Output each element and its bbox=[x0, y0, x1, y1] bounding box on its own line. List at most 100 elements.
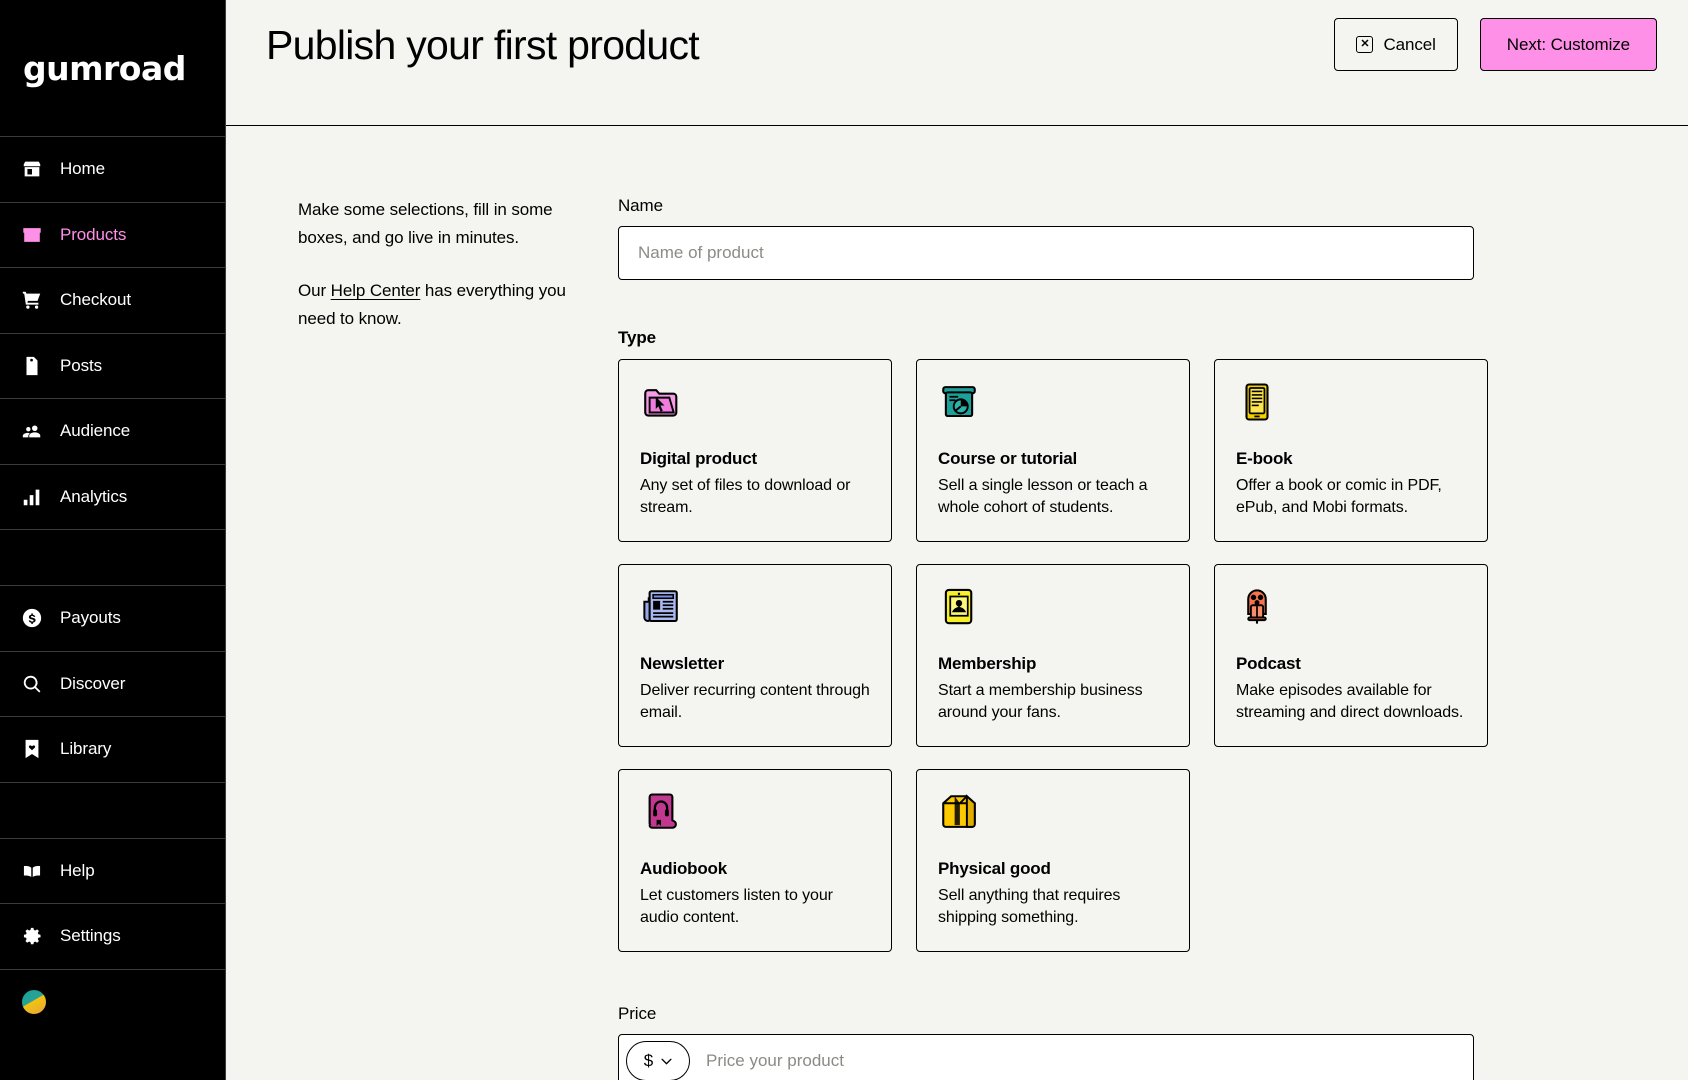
price-field-group: $ bbox=[618, 1034, 1474, 1080]
type-card-title: Podcast bbox=[1236, 654, 1301, 674]
type-card-newsletter[interactable]: Newsletter Deliver recurring content thr… bbox=[618, 564, 892, 748]
sidebar-item-products[interactable]: Products bbox=[0, 201, 225, 268]
sidebar-item-checkout[interactable]: Checkout bbox=[0, 267, 225, 333]
gumroad-logo-text: gumroad bbox=[23, 48, 186, 88]
page-title: Publish your first product bbox=[266, 22, 700, 68]
people-icon bbox=[21, 420, 43, 442]
sidebar-item-label: Payouts bbox=[60, 608, 121, 628]
dollar-circle-icon bbox=[21, 607, 43, 629]
name-label: Name bbox=[618, 196, 663, 215]
content-area: Make some selections, fill in some boxes… bbox=[226, 126, 1688, 1080]
next-customize-button[interactable]: Next: Customize bbox=[1479, 18, 1657, 71]
store-icon bbox=[21, 158, 43, 180]
type-card-description: Sell a single lesson or teach a whole co… bbox=[938, 477, 1148, 517]
help-center-link[interactable]: Help Center bbox=[331, 281, 421, 300]
sidebar-item-label: Checkout bbox=[60, 290, 132, 310]
sidebar-item-payouts[interactable]: Payouts bbox=[0, 585, 225, 651]
type-card-digital-product[interactable]: Digital product Any set of files to down… bbox=[618, 359, 892, 543]
type-card-description: Sell anything that requires shipping som… bbox=[938, 887, 1121, 927]
folder-cursor-icon bbox=[640, 381, 870, 427]
audiobook-icon bbox=[640, 791, 870, 837]
sidebar-item-discover[interactable]: Discover bbox=[0, 650, 225, 717]
price-input[interactable] bbox=[690, 1051, 1467, 1072]
type-card-e-book[interactable]: E-book Offer a book or comic in PDF, ePu… bbox=[1214, 359, 1488, 543]
type-card-title: Membership bbox=[938, 654, 1037, 674]
bookmark-heart-icon bbox=[21, 738, 43, 760]
sidebar-item-label: Home bbox=[60, 159, 105, 179]
shipping-box-icon bbox=[938, 791, 1168, 837]
type-card-course-or-tutorial[interactable]: Course or tutorial Sell a single lesson … bbox=[916, 359, 1190, 543]
sidebar: gumroad Home Products Checkout Posts Aud… bbox=[0, 0, 226, 1080]
sidebar-item-label: Help bbox=[60, 860, 95, 880]
type-label: Type bbox=[618, 328, 657, 347]
name-field-group: Name bbox=[618, 196, 1474, 280]
type-card-physical-good[interactable]: Physical good Sell anything that require… bbox=[916, 769, 1190, 953]
bar-chart-icon bbox=[21, 486, 43, 508]
type-card-description: Make episodes available for streaming an… bbox=[1236, 682, 1464, 722]
cancel-button-label: Cancel bbox=[1383, 34, 1436, 54]
sidebar-item-home[interactable]: Home bbox=[0, 136, 225, 202]
type-card-title: Digital product bbox=[640, 449, 757, 468]
type-card-description: Let customers listen to your audio conte… bbox=[640, 887, 833, 927]
type-card-title: Physical good bbox=[938, 859, 1051, 879]
intro-column: Make some selections, fill in some boxes… bbox=[298, 196, 618, 1080]
box-icon bbox=[21, 224, 43, 246]
type-card-title: E-book bbox=[1236, 449, 1293, 468]
membership-card-icon bbox=[938, 586, 1168, 632]
sidebar-item-label: Analytics bbox=[60, 486, 128, 506]
type-card-description: Start a membership business around your … bbox=[938, 682, 1143, 722]
shopping-cart-icon bbox=[21, 289, 43, 311]
sidebar-item-help[interactable]: Help bbox=[0, 837, 225, 904]
type-card-description: Offer a book or comic in PDF, ePub, and … bbox=[1236, 477, 1442, 517]
product-name-input[interactable] bbox=[618, 226, 1474, 280]
user-account-row[interactable] bbox=[0, 968, 225, 1034]
sidebar-item-label: Settings bbox=[60, 926, 121, 946]
sidebar-item-posts[interactable]: Posts bbox=[0, 332, 225, 399]
sidebar-item-label: Library bbox=[60, 739, 112, 759]
sidebar-divider-1 bbox=[0, 529, 225, 585]
chevron-down-icon bbox=[661, 1058, 672, 1065]
sidebar-item-library[interactable]: Library bbox=[0, 716, 225, 782]
presentation-board-icon bbox=[938, 381, 1168, 427]
open-book-icon bbox=[21, 860, 43, 882]
top-bar: Publish your first product ✕ Cancel Next… bbox=[226, 0, 1688, 126]
sidebar-primary-nav: Home Products Checkout Posts Audience An… bbox=[0, 136, 225, 1034]
avatar bbox=[21, 988, 47, 1015]
newspaper-icon bbox=[640, 586, 870, 632]
sidebar-divider-2 bbox=[0, 781, 225, 838]
search-icon bbox=[21, 673, 43, 695]
document-icon bbox=[21, 355, 43, 377]
cancel-button[interactable]: ✕ Cancel bbox=[1334, 18, 1458, 71]
type-card-title: Newsletter bbox=[640, 654, 724, 674]
intro-paragraph-2: Our Help Center has everything you need … bbox=[298, 277, 578, 332]
type-card-title: Course or tutorial bbox=[938, 449, 1078, 468]
ereader-icon bbox=[1236, 381, 1466, 427]
type-card-podcast[interactable]: Podcast Make episodes available for stre… bbox=[1214, 564, 1488, 748]
currency-selector[interactable]: $ bbox=[626, 1041, 690, 1080]
sidebar-item-analytics[interactable]: Analytics bbox=[0, 463, 225, 530]
sidebar-item-label: Products bbox=[60, 224, 127, 244]
sidebar-item-label: Discover bbox=[60, 673, 126, 693]
sidebar-item-label: Posts bbox=[60, 355, 103, 375]
app-root: gumroad Home Products Checkout Posts Aud… bbox=[0, 0, 1688, 1080]
form-column: Name Type Digital product bbox=[618, 196, 1504, 1080]
type-card-audiobook[interactable]: Audiobook Let customers listen to your a… bbox=[618, 769, 892, 953]
price-label: Price bbox=[618, 1004, 657, 1024]
brand-logo[interactable]: gumroad bbox=[0, 0, 225, 136]
type-card-membership[interactable]: Membership Start a membership business a… bbox=[916, 564, 1190, 748]
intro-paragraph-1: Make some selections, fill in some boxes… bbox=[298, 200, 553, 247]
gear-icon bbox=[21, 925, 43, 947]
intro-text-before: Our bbox=[298, 281, 331, 301]
currency-symbol: $ bbox=[643, 1051, 654, 1071]
product-type-grid: Digital product Any set of files to down… bbox=[618, 359, 1488, 953]
sidebar-item-settings[interactable]: Settings bbox=[0, 903, 225, 969]
type-card-description: Deliver recurring content through email. bbox=[640, 682, 870, 722]
type-card-description: Any set of files to download or stream. bbox=[640, 477, 851, 517]
type-card-title: Audiobook bbox=[640, 859, 727, 879]
sidebar-item-audience[interactable]: Audience bbox=[0, 398, 225, 464]
top-bar-actions: ✕ Cancel Next: Customize bbox=[1334, 18, 1657, 71]
next-button-label: Next: Customize bbox=[1506, 34, 1630, 54]
microphone-icon bbox=[1236, 586, 1466, 632]
main-area: Publish your first product ✕ Cancel Next… bbox=[226, 0, 1688, 1080]
close-icon: ✕ bbox=[1356, 36, 1374, 53]
